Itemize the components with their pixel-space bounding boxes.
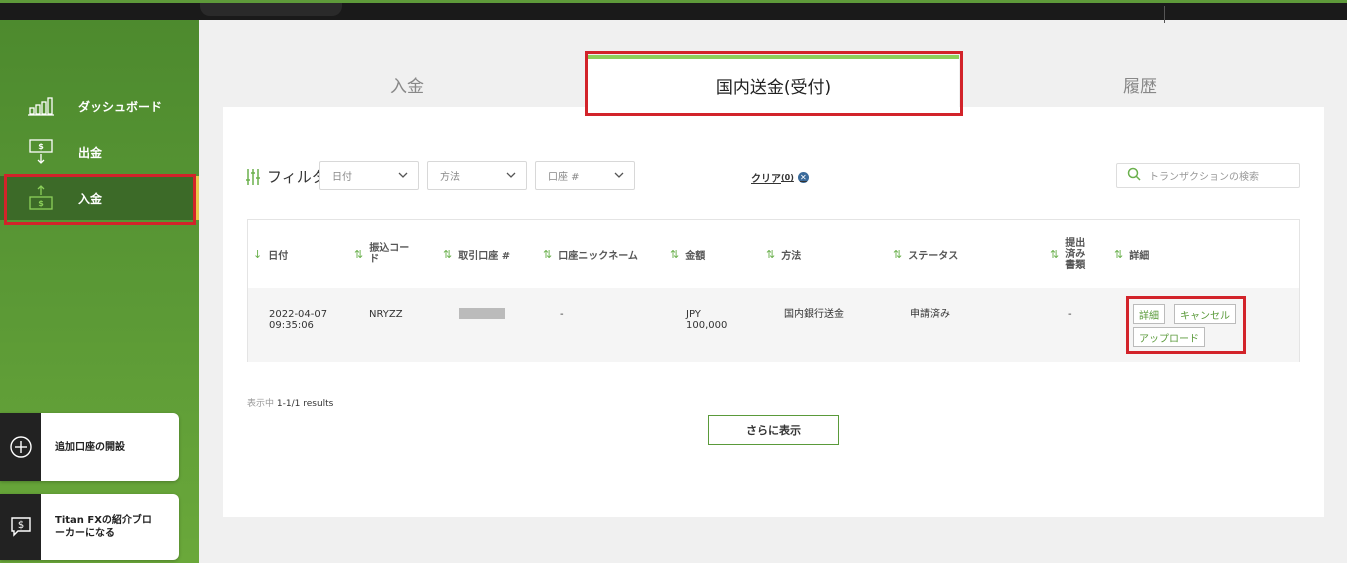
load-more-button[interactable]: さらに表示 <box>708 415 839 445</box>
tab-label: 国内送金(受付) <box>715 78 832 98</box>
open-account-button[interactable]: 追加口座の開設 <box>0 413 179 481</box>
cell-code: NRYZZ <box>369 309 403 320</box>
cell-date: 2022-04-07 09:35:06 <box>269 309 328 331</box>
method-select-value: 方法 <box>440 172 460 183</box>
date-select[interactable]: 日付 <box>319 161 419 190</box>
chevron-down-icon <box>398 171 408 182</box>
transaction-search[interactable]: トランザクションの検索 <box>1116 163 1300 188</box>
cell-amount: JPY 100,000 <box>686 309 728 331</box>
sidebar-item-dashboard[interactable]: ダッシュボード <box>0 84 199 128</box>
sidebar-item-label: 出金 <box>78 145 103 160</box>
account-select[interactable]: 口座 # <box>535 161 635 190</box>
dollar-chat-icon: $ <box>0 494 41 560</box>
filter-label: フィルタ <box>245 166 327 187</box>
column-header-date[interactable]: ↓ 日付 <box>253 220 288 288</box>
column-header-method[interactable]: ⇅ 方法 <box>766 220 801 288</box>
sidebar-item-label: ダッシュボード <box>78 99 163 114</box>
transactions-table: ↓ 日付 ⇅ 振込コード ⇅ 取引口座 # ⇅ 口座ニックネーム ⇅ 金額 ⇅ … <box>247 219 1300 362</box>
svg-text:$: $ <box>38 142 44 151</box>
chevron-down-icon <box>614 171 624 182</box>
clear-count: (0) <box>781 173 794 182</box>
table-row: 2022-04-07 09:35:06 NRYZZ - JPY 100,000 … <box>248 288 1299 362</box>
cell-documents: - <box>1068 309 1072 320</box>
tab-deposit[interactable]: 入金 <box>390 72 424 97</box>
column-header-amount[interactable]: ⇅ 金額 <box>670 220 705 288</box>
become-broker-label: Titan FXの紹介ブローカーになる <box>55 515 152 539</box>
sidebar-item-label: 入金 <box>78 191 103 206</box>
sort-icon: ⇅ <box>1114 247 1124 261</box>
sort-icon: ⇅ <box>443 247 453 261</box>
top-bar <box>0 0 1347 23</box>
sort-down-icon: ↓ <box>253 247 263 261</box>
column-header-code[interactable]: ⇅ 振込コード <box>354 220 413 288</box>
tab-domestic-transfer[interactable]: 国内送金(受付) <box>588 55 959 111</box>
cell-status: 申請済み <box>910 309 950 320</box>
svg-text:$: $ <box>38 199 44 208</box>
column-header-status[interactable]: ⇅ ステータス <box>893 220 958 288</box>
sort-icon: ⇅ <box>766 247 776 261</box>
results-prefix: 表示中 <box>247 399 275 409</box>
results-count: 表示中 1-1/1 results <box>247 396 333 409</box>
column-header-documents[interactable]: ⇅ 提出済み書類 <box>1050 220 1089 288</box>
sliders-icon <box>245 168 261 186</box>
details-button[interactable]: 詳細 <box>1133 304 1165 324</box>
svg-text:$: $ <box>17 520 23 531</box>
tab-history[interactable]: 履歴 <box>1123 72 1157 97</box>
clear-filters-link[interactable]: クリア (0) ✕ <box>751 170 809 185</box>
search-input[interactable]: トランザクションの検索 <box>1149 168 1259 183</box>
results-range: 1-1/1 results <box>276 399 334 409</box>
cancel-button[interactable]: キャンセル <box>1174 304 1236 324</box>
sort-icon: ⇅ <box>670 247 680 261</box>
sidebar-item-withdraw[interactable]: $ 出金 <box>0 130 199 174</box>
sort-icon: ⇅ <box>354 247 364 261</box>
close-icon: ✕ <box>797 172 809 183</box>
masked-account-number <box>459 308 505 319</box>
become-broker-button[interactable]: $ Titan FXの紹介ブローカーになる <box>0 494 179 560</box>
sidebar: ダッシュボード $ 出金 $ 入金 追加口座の開設 $ Titan FXの紹介ブ… <box>0 20 199 563</box>
column-header-nickname[interactable]: ⇅ 口座ニックネーム <box>543 220 638 288</box>
withdraw-icon: $ <box>26 139 56 165</box>
sort-icon: ⇅ <box>543 247 553 261</box>
active-tab-indicator <box>588 55 959 59</box>
plus-circle-icon <box>0 413 41 481</box>
date-select-value: 日付 <box>332 172 352 183</box>
filter-text: フィルタ <box>267 168 327 186</box>
bar-chart-icon <box>26 93 56 119</box>
account-select-value: 口座 # <box>548 172 580 183</box>
top-bar-divider <box>1164 6 1165 23</box>
column-header-details[interactable]: ⇅ 詳細 <box>1114 220 1149 288</box>
search-icon <box>1127 167 1141 184</box>
column-header-account[interactable]: ⇅ 取引口座 # <box>443 220 510 288</box>
open-account-label: 追加口座の開設 <box>55 441 125 453</box>
cell-nickname: - <box>560 309 564 320</box>
chevron-down-icon <box>506 171 516 182</box>
clear-label: クリア <box>751 174 781 185</box>
method-select[interactable]: 方法 <box>427 161 527 190</box>
sort-icon: ⇅ <box>1050 247 1060 261</box>
sort-icon: ⇅ <box>893 247 903 261</box>
upload-button[interactable]: アップロード <box>1133 327 1205 347</box>
top-bar-tab[interactable] <box>200 3 342 16</box>
cell-method: 国内銀行送金 <box>784 309 844 320</box>
deposit-icon: $ <box>26 185 56 211</box>
sidebar-item-deposit[interactable]: $ 入金 <box>0 176 199 220</box>
